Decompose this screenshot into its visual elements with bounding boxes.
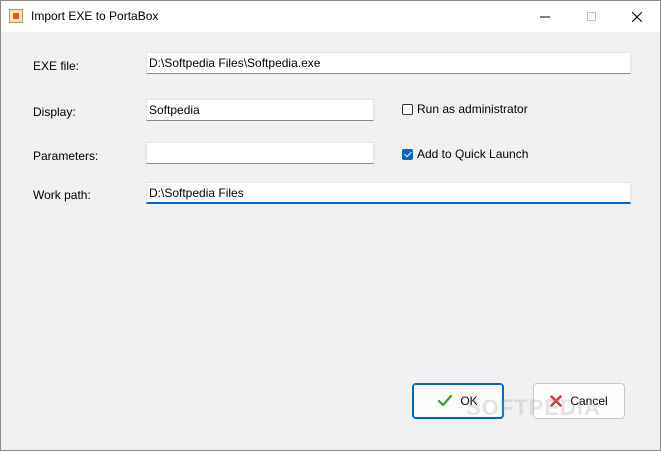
display-input[interactable] [146, 99, 374, 121]
ok-button-label: OK [460, 394, 478, 408]
minimize-icon [540, 16, 550, 17]
checkmark-icon [438, 395, 453, 407]
exe-file-label: EXE file: [33, 59, 80, 73]
ok-button[interactable]: OK [412, 383, 504, 419]
run-as-admin-label: Run as administrator [417, 102, 528, 116]
quick-launch-checkbox[interactable]: Add to Quick Launch [402, 147, 528, 161]
work-path-input[interactable] [146, 182, 631, 204]
window-title: Import EXE to PortaBox [31, 9, 159, 23]
cancel-button-label: Cancel [570, 394, 608, 408]
run-as-admin-checkbox-box[interactable] [402, 103, 413, 115]
close-button[interactable] [614, 1, 660, 32]
import-exe-dialog: Import EXE to PortaBox EXE file: Display… [0, 0, 661, 451]
cancel-x-icon [550, 395, 563, 407]
cancel-button[interactable]: Cancel [533, 383, 625, 419]
title-bar[interactable]: Import EXE to PortaBox [1, 1, 660, 32]
parameters-label: Parameters: [33, 149, 99, 163]
minimize-button[interactable] [522, 1, 568, 32]
quick-launch-checkbox-box[interactable] [402, 148, 413, 160]
display-label: Display: [33, 105, 76, 119]
quick-launch-label: Add to Quick Launch [417, 147, 529, 161]
parameters-input[interactable] [146, 142, 374, 164]
close-icon [632, 11, 642, 22]
exe-file-input[interactable] [146, 52, 631, 74]
maximize-icon [586, 12, 596, 21]
work-path-label: Work path: [33, 188, 91, 202]
maximize-button[interactable] [568, 1, 614, 32]
portabox-app-icon [9, 9, 23, 23]
run-as-admin-checkbox[interactable]: Run as administrator [402, 102, 528, 116]
